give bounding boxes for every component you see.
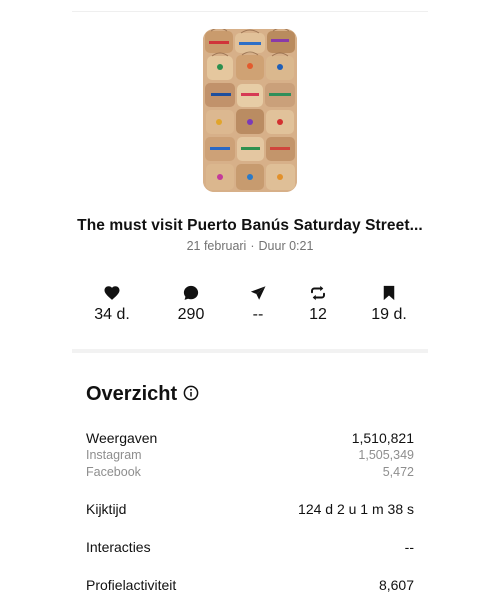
reel-date: 21 februari — [186, 239, 247, 253]
stat-saves[interactable]: 19 d. — [354, 284, 424, 324]
top-divider — [72, 11, 428, 12]
engagement-stats: 34 d. 290 -- 12 19 d. — [72, 284, 432, 330]
share-icon — [250, 286, 266, 300]
comment-icon — [183, 285, 199, 300]
views-instagram-value: 1,505,349 — [358, 448, 414, 462]
views-facebook-value: 5,472 — [382, 465, 414, 479]
watch-time-label: Kijktijd — [86, 501, 127, 517]
views-instagram-label: Instagram — [86, 448, 142, 462]
profile-activity-value: 8,607 — [378, 577, 414, 593]
meta-separator: · — [250, 239, 255, 253]
section-divider — [72, 349, 428, 353]
stat-reposts[interactable]: 12 — [283, 284, 353, 324]
views-label: Weergaven — [86, 430, 158, 446]
reel-meta: 21 februari · Duur 0:21 — [0, 239, 500, 253]
stat-likes[interactable]: 34 d. — [77, 284, 147, 324]
bookmark-icon — [383, 285, 395, 301]
views-facebook-label: Facebook — [86, 465, 141, 479]
stat-likes-value: 34 d. — [94, 306, 130, 323]
reel-thumbnail-image — [203, 29, 297, 192]
reel-duration: Duur 0:21 — [258, 239, 314, 253]
profile-activity-label: Profielactiviteit — [86, 577, 177, 593]
reel-thumbnail[interactable] — [203, 29, 297, 192]
overview-title: Overzicht — [86, 383, 178, 405]
stat-reposts-value: 12 — [309, 306, 327, 323]
interactions-value: -- — [404, 539, 414, 555]
stat-comments-value: 290 — [177, 306, 205, 323]
reel-title[interactable]: The must visit Puerto Banús Saturday Str… — [0, 217, 500, 235]
heart-icon — [104, 286, 120, 300]
interactions-label: Interacties — [86, 539, 151, 555]
watch-time-value: 124 d 2 u 1 m 38 s — [298, 501, 414, 517]
views-value: 1,510,821 — [351, 430, 414, 446]
stat-comments[interactable]: 290 — [156, 284, 226, 324]
info-icon[interactable] — [183, 385, 199, 401]
stat-saves-value: 19 d. — [371, 306, 407, 323]
repost-icon — [311, 285, 325, 301]
